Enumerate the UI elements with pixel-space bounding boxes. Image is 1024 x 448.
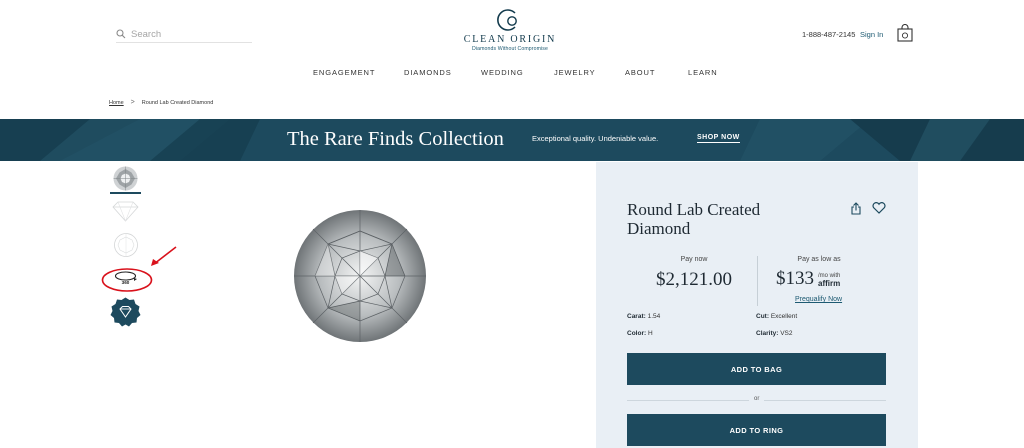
- spec-color: Color: H: [627, 330, 653, 337]
- product-title: Round Lab Created Diamond: [627, 200, 761, 238]
- banner-facet-background: [0, 119, 1024, 161]
- search-bar[interactable]: [116, 26, 252, 43]
- product-panel: Round Lab Created Diamond Pay now $2,121…: [596, 162, 918, 448]
- diamond-badge-thumb[interactable]: [110, 297, 141, 328]
- financing-block: Pay as low as $133 /mo with affirm: [776, 256, 886, 290]
- shopping-bag-icon[interactable]: [897, 24, 913, 42]
- prequalify-link[interactable]: Prequalify Now: [795, 296, 842, 303]
- brand-tagline: Diamonds Without Compromise: [472, 46, 548, 52]
- share-icon[interactable]: [850, 202, 862, 215]
- main-nav: ENGAGEMENT DIAMONDS WEDDING JEWELRY ABOU…: [0, 68, 1024, 80]
- banner-subtitle: Exceptional quality. Undeniable value.: [532, 134, 659, 143]
- logo-mark-icon: [497, 9, 517, 31]
- monthly-price: $133: [776, 268, 814, 289]
- spec-carat-label: Carat:: [627, 313, 646, 320]
- phone-link[interactable]: 1-888-487-2145: [802, 30, 855, 39]
- sign-in-link[interactable]: Sign In: [860, 30, 883, 39]
- promo-banner[interactable]: The Rare Finds Collection Exceptional qu…: [0, 119, 1024, 161]
- search-input[interactable]: [131, 28, 241, 40]
- spec-color-value: H: [647, 330, 653, 337]
- pay-low-label: Pay as low as: [797, 256, 841, 263]
- spec-clarity-value: VS2: [780, 330, 793, 337]
- nav-jewelry[interactable]: JEWELRY: [554, 68, 596, 77]
- spec-cut-value: Excellent: [770, 313, 798, 320]
- diamond-side-icon: [112, 201, 139, 222]
- diamond-side-thumb[interactable]: [110, 200, 141, 224]
- diamond-top-icon: [113, 166, 138, 191]
- pay-now-block: Pay now $2,121.00: [648, 256, 740, 291]
- spec-carat: Carat: 1.54: [627, 313, 660, 320]
- diamond-sketch-icon: [113, 233, 138, 257]
- add-to-bag-button[interactable]: ADD TO BAG: [627, 353, 886, 385]
- add-to-ring-button[interactable]: ADD TO RING: [627, 414, 886, 446]
- shop-now-link[interactable]: SHOP NOW: [697, 134, 740, 143]
- breadcrumb-separator: >: [130, 99, 135, 106]
- breadcrumb-home[interactable]: Home: [109, 100, 124, 106]
- clean-origin-logo[interactable]: CLEAN ORIGIN Diamonds Without Compromise: [462, 8, 558, 52]
- nav-diamonds[interactable]: DIAMONDS: [404, 68, 452, 77]
- red-annotation-arrow-icon: [151, 246, 177, 266]
- price: $2,121.00: [656, 269, 732, 290]
- search-icon: [116, 29, 126, 39]
- pay-now-label: Pay now: [680, 256, 708, 263]
- price-divider: [757, 256, 758, 306]
- nav-about[interactable]: ABOUT: [625, 68, 655, 77]
- or-label: or: [749, 396, 765, 402]
- breadcrumb: Home > Round Lab Created Diamond: [109, 99, 213, 106]
- spec-clarity-label: Clarity:: [756, 330, 779, 337]
- nav-learn[interactable]: LEARN: [688, 68, 718, 77]
- spec-carat-value: 1.54: [647, 313, 661, 320]
- spec-cut: Cut: Excellent: [756, 313, 797, 320]
- nav-engagement[interactable]: ENGAGEMENT: [313, 68, 375, 77]
- diamond-top-thumb[interactable]: [110, 165, 141, 194]
- nav-wedding[interactable]: WEDDING: [481, 68, 524, 77]
- banner-title: The Rare Finds Collection: [287, 128, 504, 150]
- spec-clarity: Clarity: VS2: [756, 330, 793, 337]
- affirm-logo: affirm: [818, 279, 841, 288]
- main-diamond-image[interactable]: [293, 209, 427, 343]
- heart-icon[interactable]: [872, 202, 886, 214]
- red-annotation-circle-icon: [101, 268, 153, 292]
- spec-cut-label: Cut:: [756, 313, 769, 320]
- breadcrumb-current: Round Lab Created Diamond: [141, 99, 214, 106]
- diamond-badge-icon: [110, 297, 141, 327]
- spec-color-label: Color:: [627, 330, 647, 337]
- brand-name: CLEAN ORIGIN: [463, 34, 557, 45]
- diamond-sketch-thumb[interactable]: [110, 232, 141, 258]
